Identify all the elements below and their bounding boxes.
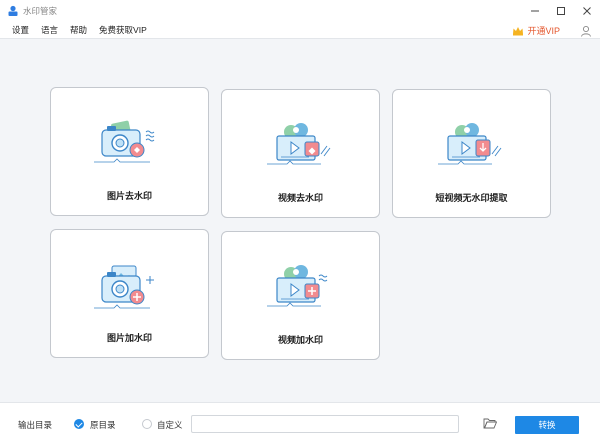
maximize-button[interactable] <box>548 0 574 22</box>
open-vip-label: 开通VIP <box>527 26 560 36</box>
video-add-watermark-icon <box>267 265 328 307</box>
open-vip-button[interactable]: 开通VIP <box>512 24 560 37</box>
menu-settings[interactable]: 设置 <box>12 24 29 36</box>
menu-language[interactable]: 语言 <box>41 24 58 36</box>
card-video-add-watermark[interactable]: 视频加水印 <box>221 231 380 360</box>
output-bar: 输出目录 原目录 自定义 转换 <box>0 402 600 444</box>
radio-original-directory[interactable] <box>74 419 84 429</box>
card-video-remove-watermark[interactable]: 视频去水印 <box>221 89 380 218</box>
card-label: 视频加水印 <box>277 335 323 345</box>
menu-bar: 设置 语言 帮助 免费获取VIP 开通VIP <box>0 22 600 39</box>
card-label: 视频去水印 <box>277 193 323 203</box>
card-photo-remove-watermark[interactable]: 图片去水印 <box>50 87 209 216</box>
photo-remove-watermark-icon <box>94 120 155 163</box>
custom-directory-label[interactable]: 自定义 <box>157 419 183 431</box>
output-path-input[interactable] <box>191 415 459 433</box>
close-icon <box>583 7 591 15</box>
card-label: 图片加水印 <box>106 333 152 343</box>
minimize-icon <box>531 10 539 12</box>
user-icon[interactable] <box>580 25 592 37</box>
minimize-button[interactable] <box>522 0 548 22</box>
app-logo-icon <box>7 5 19 17</box>
title-bar: 水印管家 <box>0 0 600 22</box>
original-directory-label[interactable]: 原目录 <box>90 419 116 431</box>
card-label: 短视频无水印提取 <box>435 193 508 203</box>
folder-icon[interactable] <box>483 417 497 430</box>
feature-panel: 图片去水印 视频去水印 短视频无水印提取 图片加水印 视频加水印 <box>0 40 600 402</box>
card-photo-add-watermark[interactable]: 图片加水印 <box>50 229 209 358</box>
maximize-icon <box>557 7 565 15</box>
menu-free-vip[interactable]: 免费获取VIP <box>99 24 147 36</box>
short-video-extract-icon <box>438 123 502 165</box>
video-remove-watermark-icon <box>267 123 331 165</box>
crown-icon <box>513 26 524 35</box>
menu-help[interactable]: 帮助 <box>70 24 87 36</box>
convert-button[interactable]: 转换 <box>515 416 579 434</box>
radio-custom-directory[interactable] <box>142 419 152 429</box>
photo-add-watermark-icon <box>94 265 154 309</box>
window-title: 水印管家 <box>23 6 58 16</box>
card-short-video-extract[interactable]: 短视频无水印提取 <box>392 89 551 218</box>
card-label: 图片去水印 <box>106 191 152 201</box>
close-button[interactable] <box>574 0 600 22</box>
output-directory-label: 输出目录 <box>18 420 53 430</box>
